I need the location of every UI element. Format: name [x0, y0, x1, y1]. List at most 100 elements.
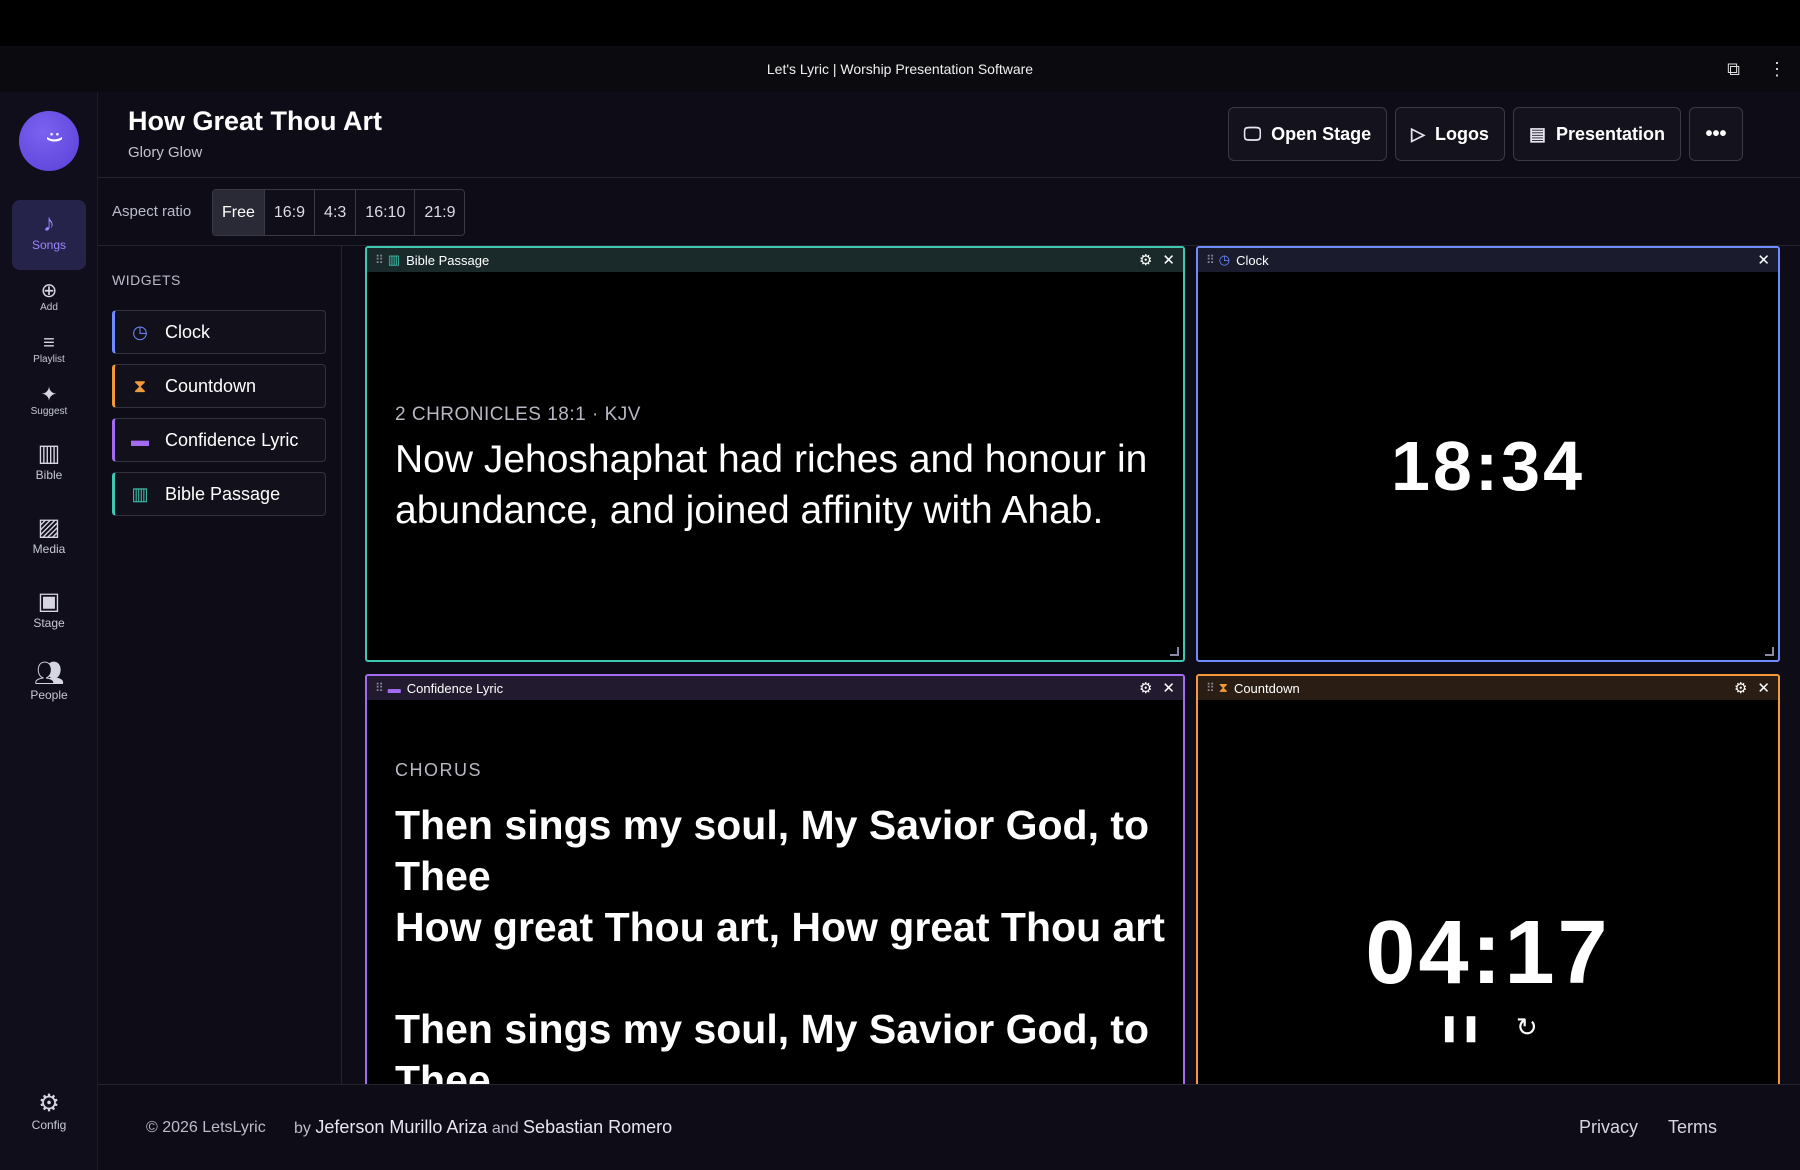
confidence-lyric-widget[interactable]: ⠿ ▬ Confidence Lyric ⚙ ✕ CHORUS Then sin… [365, 674, 1185, 1084]
bible-text: Now Jehoshaphat had riches and honour in… [395, 438, 1148, 532]
sidebar-item-playlist[interactable]: ≡ Playlist [12, 332, 86, 365]
drag-handle-icon[interactable]: ⠿ [1206, 253, 1215, 267]
author-link[interactable]: Jeferson Murillo Ariza [315, 1117, 487, 1137]
aspect-option-free[interactable]: Free [213, 190, 265, 235]
close-icon[interactable]: ✕ [1757, 679, 1770, 697]
bible-passage-widget[interactable]: ⠿ ▥ Bible Passage ⚙ ✕ 2 CHRONICLES 18:1 … [365, 246, 1185, 662]
drag-handle-icon[interactable]: ⠿ [375, 681, 384, 695]
widget-title: Bible Passage [406, 252, 490, 268]
avatar[interactable]: :) [19, 111, 79, 171]
sidebar-item-songs[interactable]: ♪ Songs [12, 200, 86, 270]
sidebar-item-stage[interactable]: ▣ Stage [12, 588, 86, 630]
images-icon: ▨ [37, 514, 61, 541]
aspect-option-4-3[interactable]: 4:3 [315, 190, 357, 235]
countdown-widget[interactable]: ⠿ ⧗ Countdown ⚙ ✕ 04:17 ❚❚ ↻ [1196, 674, 1780, 1084]
bible-reference: 2 CHRONICLES 18:1 · KJV [395, 404, 641, 425]
widget-title: Confidence Lyric [406, 680, 504, 696]
widget-header: ⠿ ▬ Confidence Lyric ⚙ ✕ [367, 676, 1183, 700]
hourglass-icon: ⧗ [133, 375, 147, 396]
widget-item-label: Bible Passage [165, 483, 281, 504]
window-titlebar: Let's Lyric | Worship Presentation Softw… [0, 46, 1800, 92]
terms-link[interactable]: Terms [1668, 1117, 1717, 1138]
widget-item-label: Countdown [165, 375, 257, 396]
reset-icon[interactable]: ↻ [1516, 1012, 1538, 1043]
aspect-option-16-10[interactable]: 16:10 [356, 190, 416, 235]
widget-item-bible-passage[interactable]: ▥ Bible Passage [112, 472, 326, 516]
sidebar-item-suggest[interactable]: ✦ Suggest [12, 384, 86, 417]
subtitles-icon: ▬ [387, 680, 401, 696]
presentation-label: Presentation [1555, 123, 1665, 144]
sidebar-item-label: Songs [31, 238, 67, 252]
sidebar-item-label: Bible [35, 468, 63, 482]
open-book-icon: ▥ [131, 483, 149, 504]
sidebar-item-add[interactable]: ⊕ Add [12, 280, 86, 313]
copyright: © 2026 LetsLyric [146, 1119, 266, 1136]
open-book-icon: ▥ [387, 252, 401, 267]
playlist-icon: ≡ [43, 332, 55, 354]
more-options-button[interactable]: ••• [1689, 107, 1743, 161]
resize-handle[interactable] [1765, 647, 1774, 656]
open-stage-label: Open Stage [1271, 123, 1372, 144]
byline: by Jeferson Murillo Ariza and Sebastian … [294, 1117, 672, 1138]
pause-icon[interactable]: ❚❚ [1438, 1012, 1482, 1043]
settings-icon[interactable]: ⚙ [1139, 251, 1152, 269]
aspect-option-21-9[interactable]: 21:9 [415, 190, 465, 235]
presentation-button[interactable]: ▤ Presentation [1512, 107, 1681, 161]
drag-handle-icon[interactable]: ⠿ [1206, 681, 1215, 695]
sidebar-item-media[interactable]: ▨ Media [12, 514, 86, 556]
presentation-icon: ▤ [1528, 123, 1546, 144]
window-title: Let's Lyric | Worship Presentation Softw… [766, 61, 1034, 77]
clock-time: 18:34 [1390, 427, 1586, 505]
resize-handle[interactable] [1170, 647, 1179, 656]
sidebar-item-label: Media [32, 542, 66, 556]
sidebar: :) ♪ Songs ⊕ Add ≡ Playlist ✦ Suggest ▥ … [0, 92, 98, 1170]
aspect-option-16-9[interactable]: 16:9 [264, 190, 316, 235]
widget-header: ⠿ ⧗ Countdown ⚙ ✕ [1198, 676, 1778, 700]
more-horizontal-icon: ••• [1705, 122, 1727, 145]
close-icon[interactable]: ✕ [1162, 251, 1175, 269]
settings-icon[interactable]: ⚙ [1734, 679, 1747, 697]
hourglass-icon: ⧗ [1218, 680, 1228, 695]
sidebar-item-people[interactable]: 👥︎ People [12, 660, 86, 702]
widget-item-clock[interactable]: ◷ Clock [112, 310, 326, 354]
lyric-line: Then sings my soul, My Savior God, to Th… [395, 1006, 1150, 1084]
clock-widget[interactable]: ⠿ ◷ Clock ✕ 18:34 [1196, 246, 1780, 662]
add-circle-icon: ⊕ [40, 280, 58, 302]
extension-icon[interactable]: ⧉ [1727, 59, 1740, 80]
logos-label: Logos [1434, 123, 1489, 144]
widget-item-countdown[interactable]: ⧗ Countdown [112, 364, 326, 408]
footer: © 2026 LetsLyric by Jeferson Murillo Ari… [98, 1084, 1800, 1170]
more-vertical-icon[interactable]: ⋮ [1768, 59, 1786, 80]
aspect-ratio-toggle: Free 16:9 4:3 16:10 21:9 [212, 189, 466, 236]
close-icon[interactable]: ✕ [1757, 251, 1770, 269]
drag-handle-icon[interactable]: ⠿ [375, 253, 384, 267]
privacy-link[interactable]: Privacy [1579, 1117, 1638, 1138]
sidebar-item-bible[interactable]: ▥ Bible [12, 440, 86, 482]
sidebar-item-label: Stage [33, 616, 65, 630]
book-icon: ▥ [37, 440, 61, 467]
widget-item-label: Confidence Lyric [165, 429, 299, 450]
aspect-ratio-bar: Aspect ratio Free 16:9 4:3 16:10 21:9 [98, 178, 1800, 246]
widgets-panel-title: WIDGETS [112, 272, 181, 288]
widget-title: Countdown [1233, 680, 1300, 696]
sidebar-item-label: Suggest [30, 406, 68, 417]
widget-item-label: Clock [165, 321, 211, 342]
monitor-icon: 🖵︎ [1243, 123, 1262, 144]
author-link[interactable]: Sebastian Romero [523, 1117, 672, 1137]
widgets-panel: WIDGETS ◷ Clock ⧗ Countdown ▬ Confidence… [98, 246, 342, 1084]
clock-icon: ◷ [1218, 252, 1231, 267]
gear-icon: ⚙ [38, 1090, 60, 1117]
music-note-icon: ♪ [43, 210, 55, 237]
lyric-line: How great Thou art, How great Thou art [395, 904, 1165, 950]
open-stage-button[interactable]: 🖵︎ Open Stage [1227, 107, 1388, 161]
widget-item-confidence-lyric[interactable]: ▬ Confidence Lyric [112, 418, 326, 462]
song-header: How Great Thou Art Glory Glow 🖵︎ Open St… [98, 92, 1800, 178]
clock-icon: ◷ [132, 321, 148, 342]
widget-header: ⠿ ◷ Clock ✕ [1198, 248, 1778, 272]
stage-canvas: ⠿ ▥ Bible Passage ⚙ ✕ 2 CHRONICLES 18:1 … [342, 246, 1800, 1084]
aspect-ratio-label: Aspect ratio [112, 203, 192, 220]
logos-button[interactable]: ▷ Logos [1395, 107, 1505, 161]
sidebar-item-config[interactable]: ⚙ Config [12, 1090, 86, 1132]
settings-icon[interactable]: ⚙ [1139, 679, 1152, 697]
close-icon[interactable]: ✕ [1162, 679, 1175, 697]
